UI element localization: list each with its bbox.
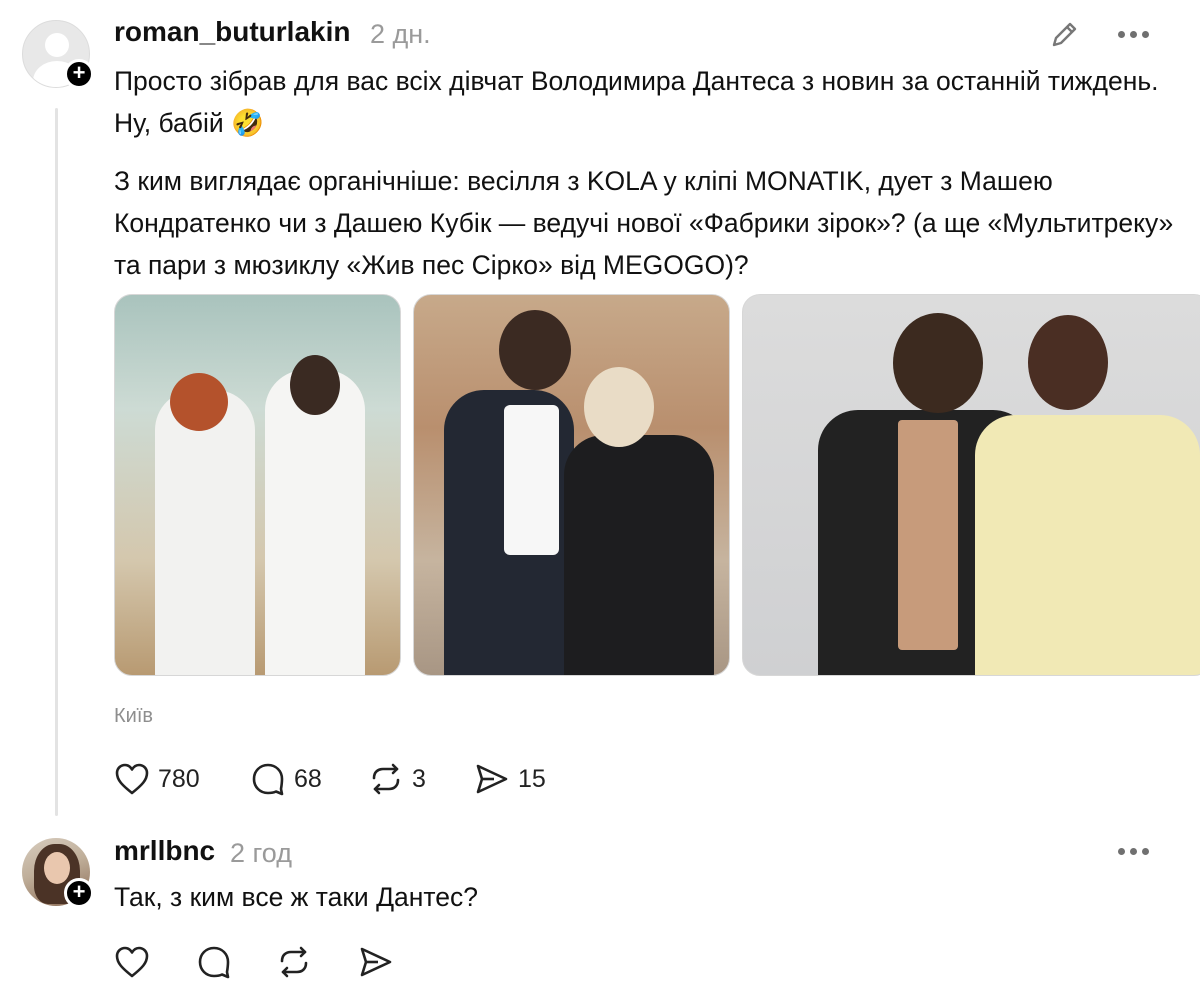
send-icon xyxy=(360,947,392,977)
follow-plus-icon[interactable]: + xyxy=(64,878,94,908)
reply-time[interactable]: 2 год xyxy=(230,838,292,869)
share-count: 15 xyxy=(518,764,546,793)
like-count: 780 xyxy=(158,764,200,793)
repost-icon xyxy=(372,763,400,795)
share-button[interactable] xyxy=(358,945,394,979)
comment-icon xyxy=(252,763,284,796)
like-button[interactable] xyxy=(114,945,150,979)
send-icon xyxy=(476,764,508,794)
comment-count: 68 xyxy=(294,764,322,793)
reply: + mrllbnc 2 год Так, з ким все ж таки Да… xyxy=(0,820,1200,999)
repost-button[interactable] xyxy=(276,945,312,979)
more-icon[interactable] xyxy=(1118,848,1149,855)
comment-button[interactable] xyxy=(196,945,232,979)
comment-button[interactable]: 68 xyxy=(250,762,322,796)
more-icon[interactable] xyxy=(1118,31,1149,38)
thread-line xyxy=(55,108,58,816)
comment-icon xyxy=(198,946,230,979)
post-image-3[interactable] xyxy=(742,294,1200,676)
location[interactable]: Київ xyxy=(114,705,153,728)
post-image-2[interactable] xyxy=(413,294,730,676)
heart-icon xyxy=(115,763,149,795)
follow-plus-icon[interactable]: + xyxy=(64,59,94,89)
post-text-2: З ким виглядає органічніше: весілля з KO… xyxy=(114,166,1174,280)
post-time[interactable]: 2 дн. xyxy=(370,19,431,50)
repost-count: 3 xyxy=(412,764,426,793)
heart-icon xyxy=(115,946,149,978)
reply-text: Так, з ким все ж таки Дантес? xyxy=(114,882,478,912)
post-text-1: Просто зібрав для вас всіх дівчат Володи… xyxy=(114,66,1159,138)
username[interactable]: roman_buturlakin xyxy=(114,16,350,48)
repost-button[interactable]: 3 xyxy=(368,762,426,796)
pencil-icon[interactable] xyxy=(1047,16,1083,52)
post-image-1[interactable] xyxy=(114,294,401,676)
post: + roman_buturlakin 2 дн. Просто зібрав д… xyxy=(0,0,1200,820)
username[interactable]: mrllbnc xyxy=(114,835,215,867)
like-button[interactable]: 780 xyxy=(114,762,200,796)
repost-icon xyxy=(280,946,308,978)
share-button[interactable]: 15 xyxy=(474,762,546,796)
